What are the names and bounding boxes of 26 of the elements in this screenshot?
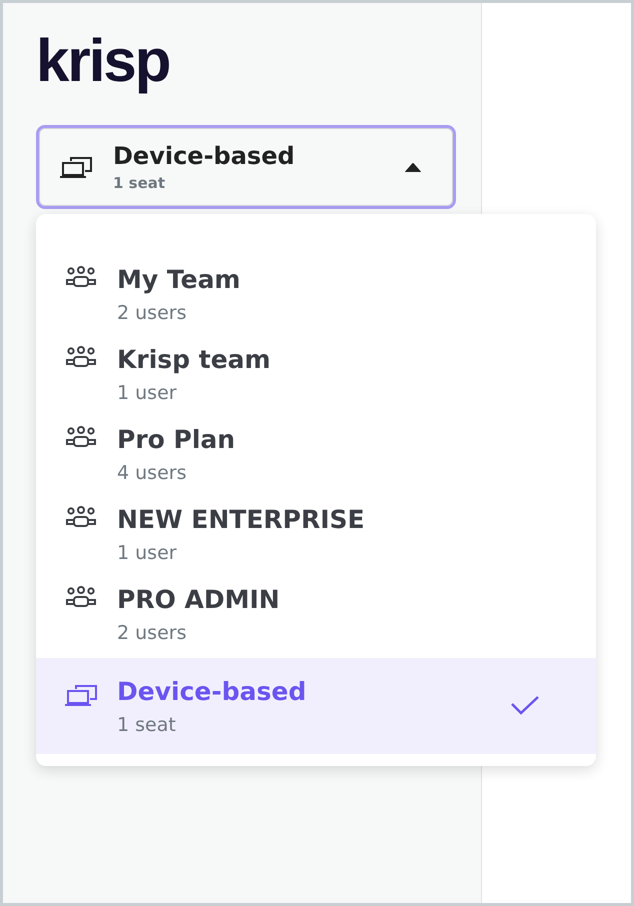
team-selector[interactable]: Device-based 1 seat	[36, 125, 456, 209]
item-title: NEW ENTERPRISE	[117, 504, 366, 534]
item-subtitle: 2 users	[117, 302, 188, 324]
selector-title: Device-based	[113, 142, 296, 170]
logo: krisp	[36, 31, 170, 91]
item-title: PRO ADMIN	[117, 584, 281, 614]
team-icon	[64, 266, 98, 288]
checkmark-icon	[510, 695, 540, 717]
laptops-icon	[64, 684, 98, 706]
item-title: Krisp team	[117, 344, 272, 374]
item-title: My Team	[117, 264, 242, 294]
menu-item[interactable]: Device-based 1 seat	[36, 658, 596, 754]
team-icon	[64, 506, 98, 528]
item-title: Device-based	[117, 676, 308, 706]
selector-subtitle: 1 seat	[113, 174, 166, 192]
team-icon	[64, 426, 98, 448]
item-subtitle: 1 user	[117, 382, 178, 404]
laptops-icon	[59, 156, 93, 178]
team-icon	[64, 346, 98, 368]
item-subtitle: 2 users	[117, 622, 188, 644]
caret-up-icon	[405, 162, 421, 172]
item-subtitle: 1 user	[117, 542, 178, 564]
team-icon	[64, 586, 98, 608]
item-title: Pro Plan	[117, 424, 236, 454]
item-subtitle: 1 seat	[117, 714, 177, 736]
item-subtitle: 4 users	[117, 462, 188, 484]
